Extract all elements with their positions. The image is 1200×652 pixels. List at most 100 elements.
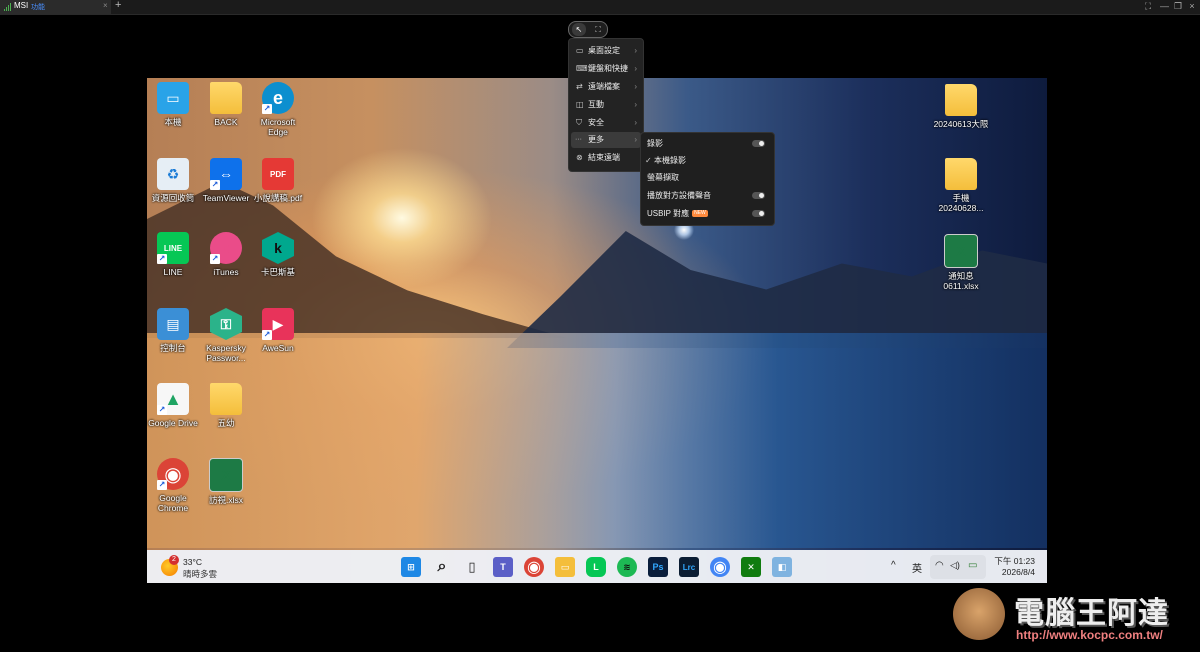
menu-item-end-remote[interactable]: ⊗ 結束遠端 <box>571 150 641 166</box>
restore-button[interactable]: ❐ <box>1174 2 1182 11</box>
tab-name: MSI <box>14 1 29 10</box>
folder-icon <box>945 158 977 190</box>
taskbar-spotify[interactable]: ≋ <box>617 557 637 577</box>
close-window-button[interactable]: × <box>1188 2 1196 11</box>
more-dots-icon: ··· <box>575 136 582 143</box>
desktop-icon-itunes[interactable]: ♫ ↗ iTunes <box>198 232 254 277</box>
desktop-icon-line[interactable]: LINE ↗ LINE <box>147 232 201 277</box>
desktop-icon-edge[interactable]: e ↗ Microsoft Edge <box>250 82 306 137</box>
desktop-icon-kaspersky[interactable]: k 卡巴斯基 <box>250 232 306 277</box>
tab-close-icon[interactable]: × <box>103 1 108 10</box>
taskbar-chrome[interactable]: ◉ <box>524 557 544 577</box>
taskbar-xbox[interactable]: ✕ <box>741 557 761 577</box>
clock-date: 2026/8/4 <box>1001 567 1035 577</box>
chevron-right-icon: › <box>634 118 637 127</box>
desktop-icon-pdf[interactable]: PDF 小說講稿.pdf <box>250 158 306 203</box>
menu-item-more[interactable]: ··· 更多 › <box>571 132 641 148</box>
folder-icon <box>945 84 977 116</box>
usbip-toggle[interactable] <box>752 210 765 217</box>
itunes-icon: ♫ ↗ <box>210 232 242 264</box>
taskbar-photoshop[interactable]: Ps <box>648 557 668 577</box>
system-clock[interactable]: 下午 01:23 2026/8/4 <box>994 556 1035 578</box>
end-session-icon: ⊗ <box>576 153 583 162</box>
app-icon: ◧ <box>777 561 787 572</box>
submenu-item-recording[interactable]: 錄影 <box>647 136 769 152</box>
desktop-icon-control-panel[interactable]: ▤ 控制台 <box>147 308 201 353</box>
remote-audio-toggle[interactable] <box>752 192 765 199</box>
search-icon: ⌕ <box>437 558 447 575</box>
desktop-icon-awesun[interactable]: ▶ ↗ AweSun <box>250 308 306 353</box>
file-transfer-icon: ⇄ <box>576 82 583 91</box>
desktop-icon-teamviewer[interactable]: ⇔ ↗ TeamViewer <box>198 158 254 203</box>
minimize-button[interactable]: — <box>1160 2 1169 11</box>
xbox-icon: ✕ <box>747 561 755 572</box>
folder-icon: ▭ <box>560 561 570 572</box>
desktop-icon-folder-20240613[interactable]: 20240613大限 <box>933 84 989 129</box>
menu-item-remote-files[interactable]: ⇄ 遠端檔案 › <box>571 79 641 95</box>
desktop-icon-google-drive[interactable]: ▲ ↗ Google Drive <box>147 383 201 428</box>
weather-badge: 2 <box>169 555 179 565</box>
desktop-icon-back-folder[interactable]: BACK <box>198 82 254 127</box>
desktop-icon-google-chrome[interactable]: ◉ ↗ Google Chrome <box>147 458 201 513</box>
fullscreen-window-button[interactable]: ⛶ <box>1144 2 1152 11</box>
chrome-icon: ◉ <box>713 559 727 576</box>
new-tab-button[interactable]: + <box>115 0 121 11</box>
search-button[interactable]: ⌕ <box>432 557 452 577</box>
remote-toolbar: ↖ ⛶ <box>568 21 608 38</box>
menu-item-security[interactable]: ⛉ 安全 › <box>571 115 641 131</box>
taskbar-lightroom[interactable]: Lrc <box>679 557 699 577</box>
submenu-item-local-recording[interactable]: ✓ 本機錄影 <box>645 153 769 169</box>
google-drive-icon: ▲ ↗ <box>157 383 189 415</box>
taskbar-line[interactable]: L <box>586 557 606 577</box>
taskbar-chrome-profile[interactable]: ◉ <box>710 557 730 577</box>
monitor-icon: ▭ <box>576 46 584 55</box>
menu-item-desktop-settings[interactable]: ▭ 桌面設定 › <box>571 43 641 59</box>
kaspersky-password-icon: ⚿ <box>210 308 242 340</box>
weather-temperature: 33°C <box>183 557 202 567</box>
checkmark-icon: ✓ <box>645 156 652 165</box>
window-titlebar: MSI 功能 × + ⛶ — ❐ × <box>0 0 1200 15</box>
session-tab[interactable]: MSI 功能 × <box>0 0 111 14</box>
task-view-icon: ▯ <box>468 559 476 574</box>
desktop-icon-this-pc[interactable]: ▭ 本機 <box>147 82 201 127</box>
quick-settings-button[interactable]: ◠ ◁) ▭ <box>930 555 986 579</box>
submenu-item-play-remote-audio[interactable]: 播放對方設備聲音 <box>647 188 769 204</box>
control-panel-icon: ▤ <box>157 308 189 340</box>
shield-icon: ⛉ <box>576 118 582 127</box>
desktop-icon-notice-xlsx[interactable]: X 通知息 0611.xlsx <box>933 234 989 291</box>
spotify-icon: ≋ <box>623 561 631 572</box>
watermark-title: 電腦王阿達 <box>1014 597 1169 630</box>
windows-logo-icon: ⊞ <box>407 561 415 572</box>
keyboard-icon: ⌨ <box>576 64 588 73</box>
tray-overflow-chevron-icon[interactable]: ^ <box>891 560 896 571</box>
desktop-icon-visit-xlsx[interactable]: X 訪視.xlsx <box>198 458 254 505</box>
photoshop-icon: Ps <box>652 562 664 572</box>
site-watermark: 電腦王阿達 http://www.kocpc.com.tw/ <box>950 580 1200 652</box>
menu-item-interaction[interactable]: ◫ 互動 › <box>571 97 641 113</box>
taskbar-app[interactable]: ◧ <box>772 557 792 577</box>
pointer-icon[interactable]: ↖ <box>572 23 586 36</box>
submenu-item-screenshot[interactable]: 螢幕擷取 <box>647 170 769 186</box>
desktop-icon-folder-phone[interactable]: 手機 20240628... <box>933 158 989 213</box>
taskbar-teams[interactable]: T <box>493 557 513 577</box>
wallpaper-lake <box>147 333 1047 548</box>
chevron-right-icon: › <box>634 46 637 55</box>
submenu-item-usbip[interactable]: USBIP 對應 NEW <box>647 206 769 222</box>
mascot-face-icon <box>953 588 1005 640</box>
desktop-icon-kaspersky-password[interactable]: ⚿ Kaspersky Passwor... <box>198 308 254 363</box>
teamviewer-icon: ⇔ ↗ <box>210 158 242 190</box>
task-view-button[interactable]: ▯ <box>462 557 482 577</box>
fullscreen-icon[interactable]: ⛶ <box>591 23 605 36</box>
taskbar-file-explorer[interactable]: ▭ <box>555 557 575 577</box>
weather-description: 晴時多雲 <box>183 569 218 579</box>
recording-toggle[interactable] <box>752 140 765 147</box>
watermark-url: http://www.kocpc.com.tw/ <box>1016 628 1163 642</box>
desktop-icon-wuyou-folder[interactable]: 五幼 <box>198 383 254 428</box>
desktop-icon-recycle-bin[interactable]: ♻ 資源回收筒 <box>147 158 201 203</box>
menu-item-keyboard-shortcuts[interactable]: ⌨ 鍵盤和快捷 › <box>571 61 641 77</box>
start-button[interactable]: ⊞ <box>401 557 421 577</box>
ime-indicator[interactable]: 英 <box>912 560 922 575</box>
tab-subtitle: 功能 <box>31 4 45 11</box>
lightroom-icon: Lrc <box>682 562 696 572</box>
folder-icon <box>210 82 242 114</box>
